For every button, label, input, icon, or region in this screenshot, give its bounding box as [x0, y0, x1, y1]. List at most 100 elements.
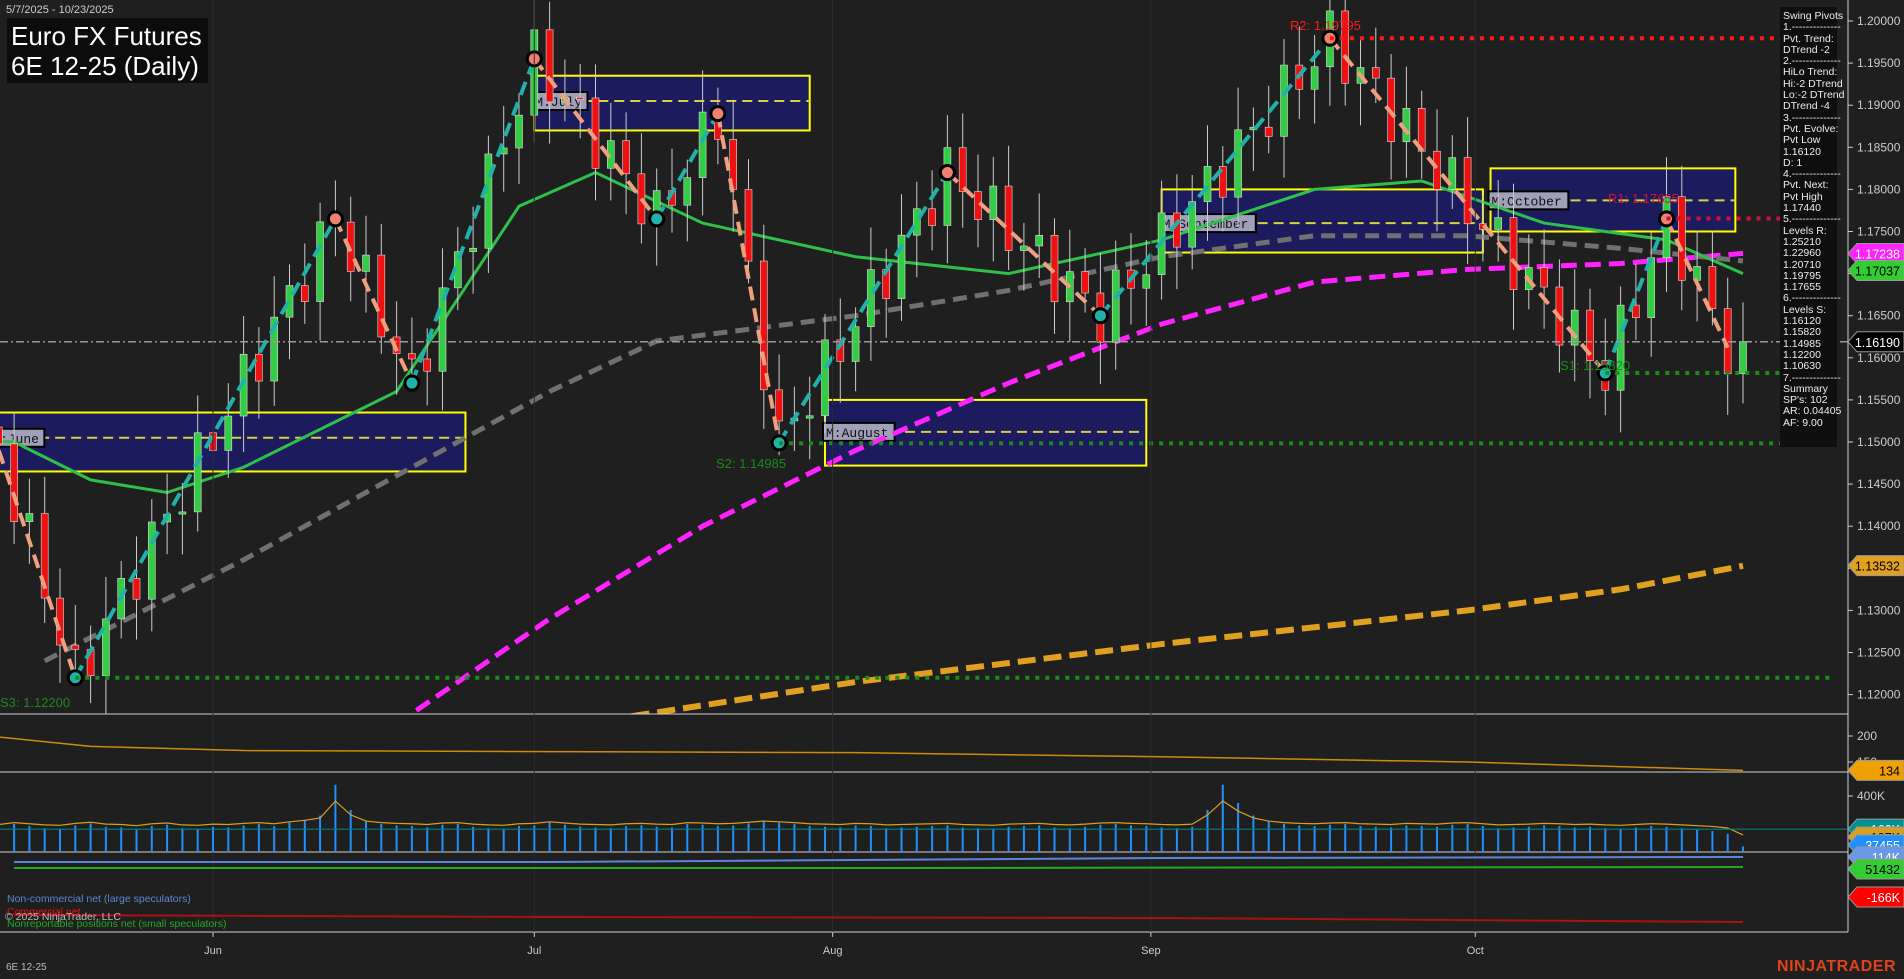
- candle-body: [1402, 108, 1411, 143]
- candle-body: [484, 153, 493, 249]
- candle-body: [1203, 166, 1212, 202]
- legend-noncommercial: Non-commercial net (large speculators): [7, 893, 191, 905]
- chart-title: Euro FX Futures 6E 12-25 (Daily): [7, 18, 208, 83]
- candle-body: [1708, 266, 1717, 309]
- candle-body: [1081, 271, 1089, 294]
- candle-body: [71, 644, 80, 650]
- candle-body: [408, 353, 416, 360]
- candle-body: [867, 269, 875, 328]
- price-tag-label: 1.17238: [1855, 248, 1900, 262]
- candle-body: [25, 513, 34, 522]
- candle-body: [1004, 185, 1013, 251]
- price-tick-label: 1.19500: [1857, 56, 1901, 70]
- price-tick-label: 1.14500: [1857, 477, 1901, 491]
- legend-nonreportable: Nonreportable positions net (small specu…: [7, 918, 227, 930]
- swing-panel-line: 1.--------------: [1783, 21, 1841, 34]
- time-tick-label: Sep: [1141, 945, 1161, 957]
- price-tick-label: 1.19000: [1857, 98, 1901, 112]
- candle-body: [622, 140, 630, 175]
- candle-body: [1570, 309, 1579, 346]
- candle-body: [1280, 64, 1288, 137]
- candle-body: [545, 29, 554, 103]
- candle-body: [423, 358, 432, 372]
- price-tick-label: 1.15000: [1857, 435, 1901, 449]
- price-tag-label: 1.13532: [1855, 560, 1900, 574]
- candle-body: [1433, 150, 1441, 190]
- candle-body: [1035, 234, 1043, 247]
- candle-body: [805, 415, 814, 419]
- pivot-level-label: R2: 1.19795: [1290, 18, 1361, 33]
- price-chart[interactable]: M:JuneM:JulyM:AugustM:SeptemberM:October…: [0, 0, 1904, 979]
- price-tick-label: 1.13000: [1857, 603, 1901, 617]
- swing-pivot-marker: [648, 210, 666, 228]
- candle-body: [515, 114, 523, 149]
- price-tick-label: 1.14000: [1857, 519, 1901, 533]
- pivot-level-label: S3: 1.12200: [0, 695, 70, 710]
- swing-pivots-panel: Swing Pivots 1.-------------- Pvt. Trend: D…: [1780, 7, 1844, 447]
- title-contract: 6E 12-25 (Daily): [11, 51, 199, 81]
- candle-body: [821, 339, 829, 417]
- swing-pivot-marker: [938, 164, 956, 182]
- candle-body: [1142, 274, 1151, 289]
- noncommercial-line: [14, 856, 1744, 863]
- candle-body: [1111, 269, 1120, 343]
- candle-body: [744, 189, 753, 262]
- swing-pivot-marker: [709, 105, 727, 123]
- commercial-line: [14, 914, 1744, 923]
- candle-body: [255, 353, 263, 382]
- candle-body: [851, 326, 860, 362]
- swing-pivot-marker: [326, 210, 344, 228]
- volume-tick-label: 400K: [1857, 789, 1885, 803]
- instrument-label: 6E 12-25: [6, 962, 47, 973]
- nonreportable-line: [14, 866, 1744, 869]
- candle-body: [958, 147, 967, 192]
- time-tick-label: Oct: [1467, 945, 1484, 957]
- swing-panel-line: DTrend -4: [1783, 100, 1830, 113]
- candle-body: [1234, 129, 1242, 198]
- candle-body: [1310, 66, 1319, 90]
- candle-body: [775, 389, 783, 422]
- candle-body: [912, 208, 921, 236]
- pivot-level-label: R1: 1.17655: [1608, 191, 1679, 206]
- price-tick-label: 1.18000: [1857, 182, 1901, 196]
- candle-body: [759, 260, 768, 391]
- candle-body: [1509, 217, 1518, 290]
- time-tick-label: Aug: [823, 945, 843, 957]
- swing-line: [1098, 36, 1332, 317]
- price-tick-label: 1.20000: [1857, 14, 1901, 28]
- pivot-level-label: S2: 1.14985: [716, 456, 786, 471]
- candle-body: [576, 97, 585, 100]
- price-tick-label: 1.15500: [1857, 393, 1901, 407]
- swing-panel-line: AF: 9.00: [1783, 416, 1823, 429]
- candle-body: [362, 254, 370, 272]
- candle-body: [1173, 212, 1181, 248]
- adx-tick-label: 200: [1857, 729, 1877, 743]
- candle-body: [1264, 126, 1273, 137]
- ma-orange: [626, 562, 1744, 714]
- swing-panel-line: Pvt Low: [1783, 134, 1821, 147]
- title-instrument: Euro FX Futures: [11, 21, 202, 51]
- swing-pivot-marker: [403, 374, 421, 392]
- swing-pivot-marker: [1091, 307, 1109, 325]
- candle-body: [1693, 266, 1701, 281]
- swing-panel-line: AR: 0.04405: [1783, 405, 1842, 418]
- swing-panel-line: 1.22960: [1783, 247, 1821, 260]
- monthly-value-box: [0, 411, 467, 473]
- adx-tag-label: 134: [1879, 764, 1900, 778]
- price-tick-label: 1.12000: [1857, 688, 1901, 702]
- price-tag-label: 1.17037: [1855, 264, 1900, 278]
- price-tick-label: 1.17500: [1857, 225, 1901, 239]
- candle-body: [683, 177, 692, 206]
- candle-body: [0, 426, 3, 445]
- monthly-label: M:July: [535, 95, 582, 110]
- candle-body: [928, 208, 936, 226]
- price-tag-label: 1.16190: [1855, 336, 1900, 350]
- candle-body: [148, 521, 156, 600]
- candle-body: [1020, 245, 1028, 251]
- candle-body: [469, 247, 477, 252]
- swing-panel-line: 1.10630: [1783, 360, 1821, 373]
- candle-body: [698, 111, 707, 178]
- candle-body: [1540, 267, 1548, 288]
- candle-body: [178, 511, 187, 515]
- candle-body: [316, 221, 324, 302]
